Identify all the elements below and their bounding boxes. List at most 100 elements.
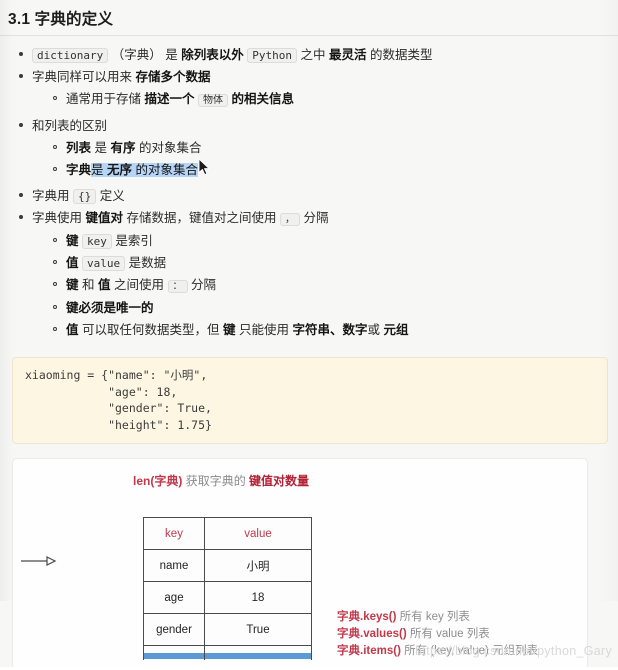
- inline-code-object: 物体: [198, 94, 228, 107]
- inline-code-python: Python: [247, 47, 297, 63]
- dictionary-figure: len(字典) 获取字典的 键值对数量 key value name 小明 ag…: [12, 458, 588, 670]
- emphasis-text: 元组: [383, 323, 409, 337]
- emphasis-text: 存储多个数据: [135, 69, 211, 84]
- text-fragment: 和列表的区别: [32, 118, 108, 133]
- emphasis-text: 的相关信息: [231, 92, 294, 106]
- column-header-value: value: [204, 517, 312, 550]
- annotation-method: 字典.keys(): [337, 611, 397, 623]
- emphasis-text: 键: [223, 323, 236, 337]
- list-item: 字典使用 键值对 存储数据，键值对之间使用 ， 分隔 键 key 是索引 值 v…: [18, 207, 618, 345]
- pointer-arrow-icon: [21, 556, 57, 566]
- text-fragment: 定义: [99, 188, 125, 203]
- selection-bar: [205, 653, 311, 659]
- cell-value: True: [204, 613, 312, 646]
- inline-code-colon: ：: [167, 280, 188, 293]
- caption-middle-text: 获取字典的: [185, 474, 246, 488]
- text-fragment: 是: [94, 141, 108, 155]
- list-item: 键必须是唯一的: [52, 298, 618, 320]
- text-fragment: 的数据类型: [369, 47, 433, 62]
- text-fragment: 的对象集合: [135, 163, 199, 177]
- text-fragment: 是索引: [115, 234, 153, 248]
- inline-code-braces: {}: [73, 188, 97, 204]
- text-fragment: 分隔: [303, 210, 329, 225]
- emphasis-text: 键: [66, 234, 79, 248]
- list-item: 键 和 值 之间使用 ： 分隔: [52, 275, 618, 298]
- document-page: 3.1 字典的定义 dictionary （字典） 是 除列表以外 Python…: [0, 0, 618, 670]
- text-fragment: 分隔: [190, 278, 216, 292]
- cell-key-clipped: [143, 645, 205, 660]
- text-fragment: 字典用: [32, 188, 70, 203]
- text-fragment: 之中: [300, 47, 326, 62]
- key-value-table: key value name 小明 age 18 gender True: [143, 517, 312, 660]
- emphasis-text: 除列表以外: [181, 47, 244, 62]
- list-item: 值 可以取任何数据类型，但 键 只能使用 字符串、数字或 元组: [52, 320, 618, 342]
- annotation-values: 字典.values() 所有 value 列表: [337, 626, 538, 643]
- figure-caption: len(字典) 获取字典的 键值对数量: [13, 459, 587, 489]
- annotation-description: 所有 key 列表: [399, 611, 470, 623]
- text-fragment: 只能使用: [239, 323, 290, 337]
- selection-bar: [144, 653, 204, 659]
- watermark: https://blog.csdn.net/python_Gary: [415, 644, 612, 658]
- text-fragment: 或: [367, 323, 381, 337]
- table-row: age 18: [143, 581, 312, 614]
- annotation-method: 字典.values(): [337, 628, 407, 640]
- content-list: dictionary （字典） 是 除列表以外 Python 之中 最灵活 的数…: [0, 44, 618, 345]
- selected-text: 是 无序 的对象集合: [91, 163, 199, 177]
- emphasis-text: 字符串、数字: [292, 323, 368, 337]
- text-fragment: 是: [165, 47, 178, 62]
- cell-value-clipped: [204, 645, 312, 660]
- list-item: 通常用于存储 描述一个 物体 的相关信息: [52, 89, 618, 112]
- cell-value: 小明: [204, 549, 312, 582]
- emphasis-text: 值: [98, 278, 111, 292]
- emphasis-text: 键必须是唯一的: [66, 301, 154, 315]
- caption-function-name: len(字典): [133, 474, 183, 488]
- cell-key: age: [143, 581, 205, 614]
- annotation-method: 字典.items(): [337, 645, 401, 657]
- inline-code-key: key: [82, 234, 112, 249]
- emphasis-text: 无序: [107, 163, 133, 177]
- list-item: 和列表的区别 列表 是 有序 的对象集合 字典是 无序 的对象集合: [18, 115, 618, 185]
- column-header-key: key: [143, 517, 205, 550]
- table-row: gender True: [143, 613, 312, 646]
- text-fragment: 的对象集合: [139, 141, 202, 155]
- text-fragment: 字典使用: [32, 210, 83, 225]
- sub-list: 列表 是 有序 的对象集合 字典是 无序 的对象集合: [32, 138, 618, 182]
- text-fragment: 是数据: [128, 256, 167, 270]
- list-item-selected: 字典是 无序 的对象集合: [52, 160, 618, 182]
- list-item: 值 value 是数据: [52, 253, 618, 275]
- inline-code-comma: ，: [280, 212, 300, 226]
- sub-list: 通常用于存储 描述一个 物体 的相关信息: [32, 89, 618, 112]
- annotation-description: 所有 value 列表: [409, 628, 490, 640]
- table-header-row: key value: [143, 517, 312, 550]
- text-fragment: 存储数据，键值对之间使用: [126, 210, 277, 225]
- text-fragment: 和: [82, 278, 95, 292]
- list-item: 字典同样可以用来 存储多个数据 通常用于存储 描述一个 物体 的相关信息: [18, 66, 618, 115]
- table-row-clipped: [143, 645, 312, 660]
- text-fragment: 通常用于存储: [66, 92, 142, 106]
- emphasis-text: 描述一个: [144, 92, 195, 106]
- inline-code-value: value: [82, 256, 126, 271]
- cell-value: 18: [204, 581, 312, 614]
- list-item: 字典用 {} 定义: [18, 185, 618, 207]
- text-fragment: 之间使用: [114, 278, 165, 292]
- list-item: 列表 是 有序 的对象集合: [52, 138, 618, 160]
- text-fragment: 是: [91, 163, 104, 177]
- title-divider: [0, 35, 618, 36]
- annotation-keys: 字典.keys() 所有 key 列表: [337, 609, 538, 626]
- inline-code-dictionary: dictionary: [32, 47, 109, 63]
- page-title: 3.1 字典的定义: [8, 11, 114, 28]
- table-row: name 小明: [143, 549, 312, 582]
- emphasis-text: 最灵活: [328, 47, 367, 62]
- text-fragment: （字典）: [111, 47, 162, 62]
- emphasis-text: 键: [66, 278, 79, 292]
- emphasis-text: 值: [66, 323, 79, 337]
- sub-list: 键 key 是索引 值 value 是数据 键 和 值 之间使用 ： 分隔 键必…: [32, 231, 618, 342]
- list-item: dictionary （字典） 是 除列表以外 Python 之中 最灵活 的数…: [18, 44, 618, 66]
- emphasis-text: 值: [66, 256, 79, 270]
- emphasis-text: 字典: [66, 163, 92, 177]
- list-item: 键 key 是索引: [52, 231, 618, 253]
- text-fragment: 可以取任何数据类型，但: [82, 323, 220, 337]
- cell-key: gender: [143, 613, 205, 646]
- emphasis-text: 列表: [66, 141, 92, 155]
- emphasis-text: 有序: [110, 141, 136, 155]
